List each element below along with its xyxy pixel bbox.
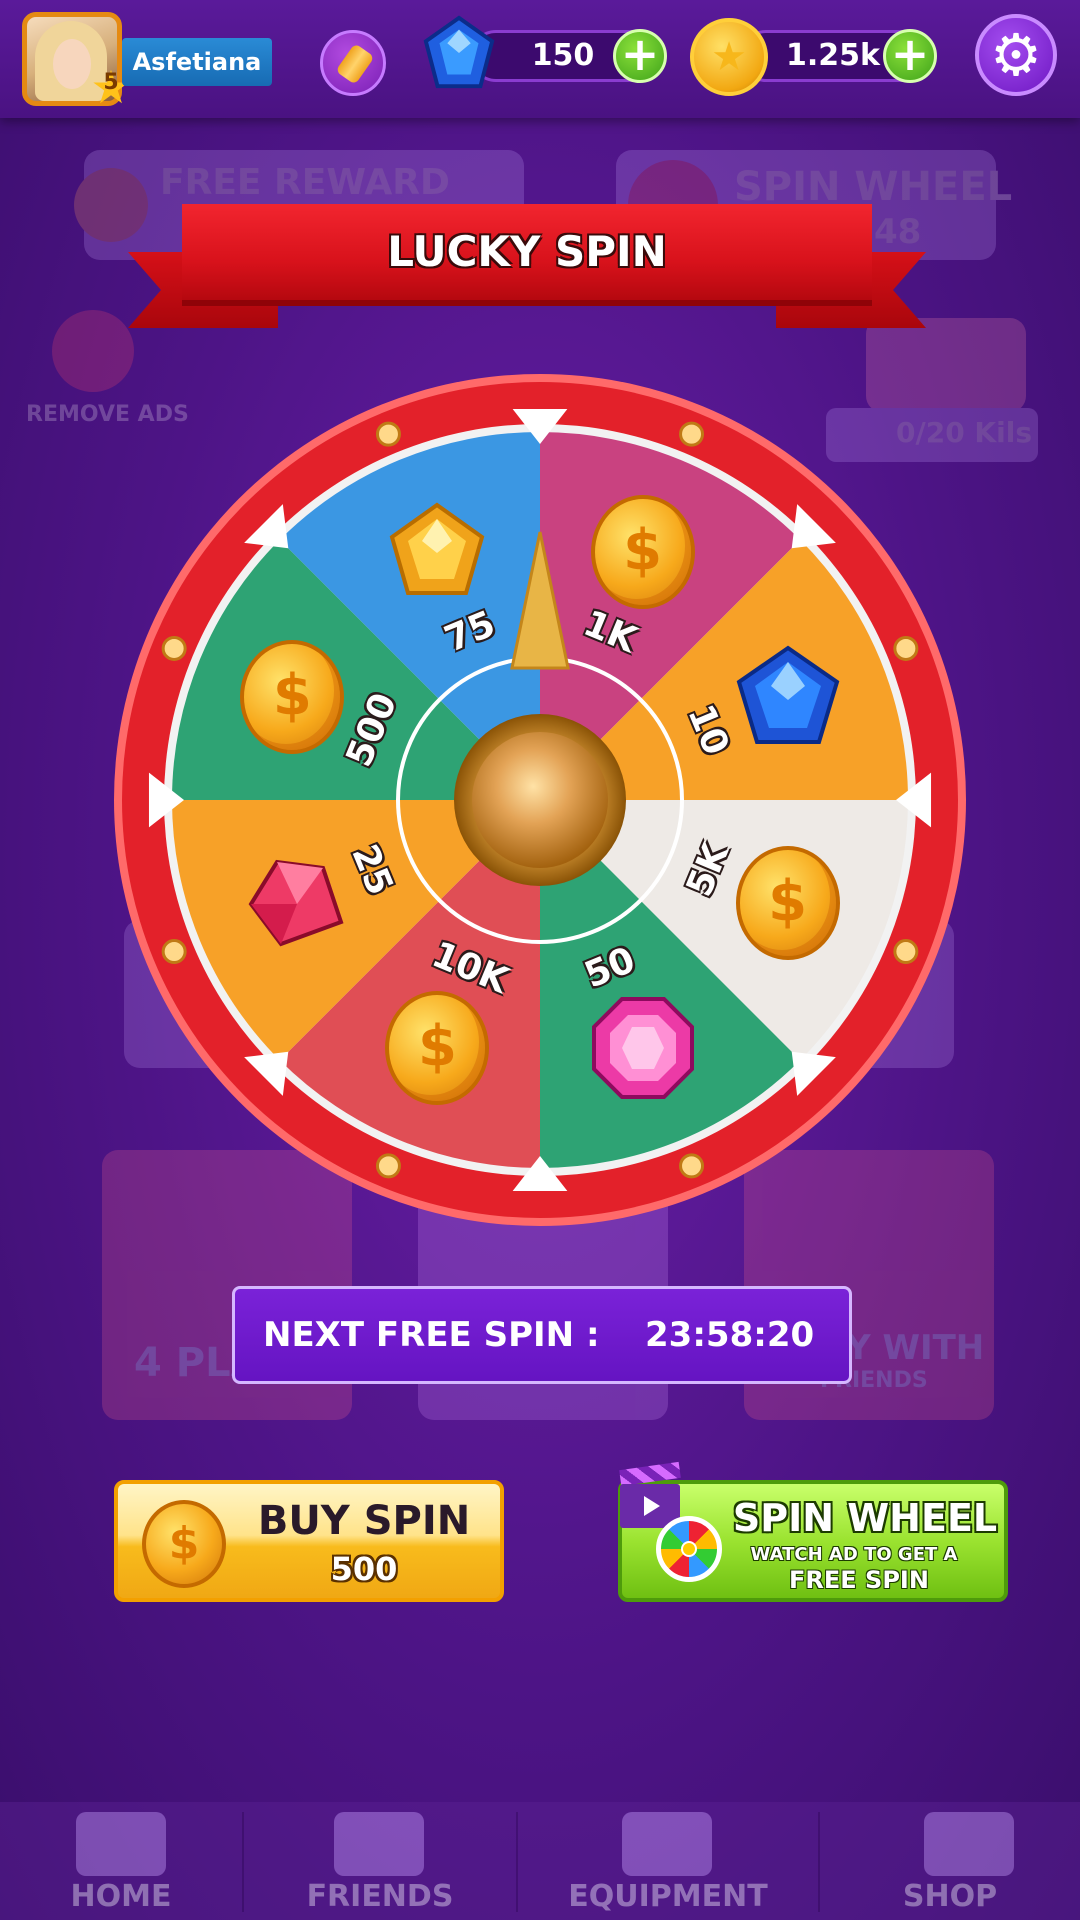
top-bar: ★ 5 Asfetiana 150 + 1.25k + ★ ⚙ bbox=[0, 0, 1080, 118]
free-reward-text: FREE REWARD bbox=[160, 162, 450, 203]
wheel-graphic bbox=[114, 374, 966, 1226]
ad-spin-title: SPIN WHEEL bbox=[732, 1496, 998, 1540]
nav-shop[interactable]: SHOP bbox=[820, 1802, 1080, 1920]
rim-bulb bbox=[161, 635, 187, 661]
home-icon bbox=[76, 1812, 166, 1876]
nav-home[interactable]: HOME bbox=[0, 1802, 242, 1920]
coin-icon: $ bbox=[142, 1500, 226, 1588]
yellow-gem-icon bbox=[382, 497, 492, 612]
spin-hub bbox=[472, 732, 608, 868]
settings-gear-icon[interactable]: ⚙ bbox=[975, 14, 1057, 96]
blue-gem-icon bbox=[733, 642, 843, 757]
scroll-icon bbox=[335, 43, 375, 85]
next-free-spin-timer: 23:58:20 bbox=[645, 1315, 815, 1355]
add-gems-button[interactable]: + bbox=[613, 29, 667, 83]
rim-bulb bbox=[893, 635, 919, 661]
buy-spin-button[interactable]: $ BUY SPIN 500 bbox=[114, 1480, 504, 1602]
scroll-button[interactable] bbox=[320, 30, 386, 96]
add-coins-button[interactable]: + bbox=[883, 29, 937, 83]
gem-counter: 150 + bbox=[470, 29, 667, 83]
rim-bulb bbox=[161, 939, 187, 965]
next-free-spin-panel: NEXT FREE SPIN : 23:58:20 bbox=[232, 1286, 852, 1384]
rim-bulb bbox=[375, 421, 401, 447]
coin-icon: $ bbox=[735, 845, 840, 960]
username[interactable]: Asfetiana bbox=[122, 38, 272, 86]
nav-equipment[interactable]: EQUIPMENT bbox=[518, 1802, 818, 1920]
coin-counter: 1.25k + bbox=[740, 29, 937, 83]
nav-friends[interactable]: FRIENDS bbox=[244, 1802, 516, 1920]
play-with-text: Y WITH bbox=[846, 1328, 985, 1368]
shop-icon bbox=[924, 1812, 1014, 1876]
buy-spin-price: 500 bbox=[330, 1550, 398, 1588]
gold-coin-icon: ★ bbox=[690, 18, 768, 96]
coin-icon: $ bbox=[590, 495, 695, 610]
blue-gem-icon bbox=[423, 15, 495, 89]
ad-spin-free-label: FREE SPIN bbox=[789, 1566, 929, 1594]
coin-count: 1.25k bbox=[786, 38, 880, 73]
coin-icon: $ bbox=[385, 990, 490, 1105]
ad-spin-subtitle: WATCH AD TO GET A bbox=[750, 1544, 958, 1565]
rim-bulb bbox=[679, 421, 705, 447]
ruby-icon bbox=[237, 848, 347, 963]
spin-timer-fragment: 48 bbox=[874, 212, 922, 252]
page-title: LUCKY SPIN bbox=[387, 227, 667, 276]
gem-count: 150 bbox=[531, 38, 595, 73]
coin-stack-icon bbox=[74, 168, 148, 242]
rim-bulb bbox=[375, 1153, 401, 1179]
friends-icon bbox=[334, 1812, 424, 1876]
next-free-spin-label: NEXT FREE SPIN : bbox=[263, 1315, 600, 1355]
mini-wheel-icon bbox=[656, 1516, 722, 1582]
buy-spin-label: BUY SPIN bbox=[257, 1498, 471, 1544]
rim-bulb bbox=[679, 1153, 705, 1179]
rim-bulb bbox=[893, 939, 919, 965]
bottom-nav: HOME FRIENDS EQUIPMENT SHOP bbox=[0, 1802, 1080, 1920]
dice-icon bbox=[622, 1812, 712, 1876]
pink-gem-icon bbox=[588, 993, 698, 1108]
lucky-wheel[interactable]: $500 75 $1K 10 $5K 50 $10K 25 bbox=[112, 372, 968, 1228]
